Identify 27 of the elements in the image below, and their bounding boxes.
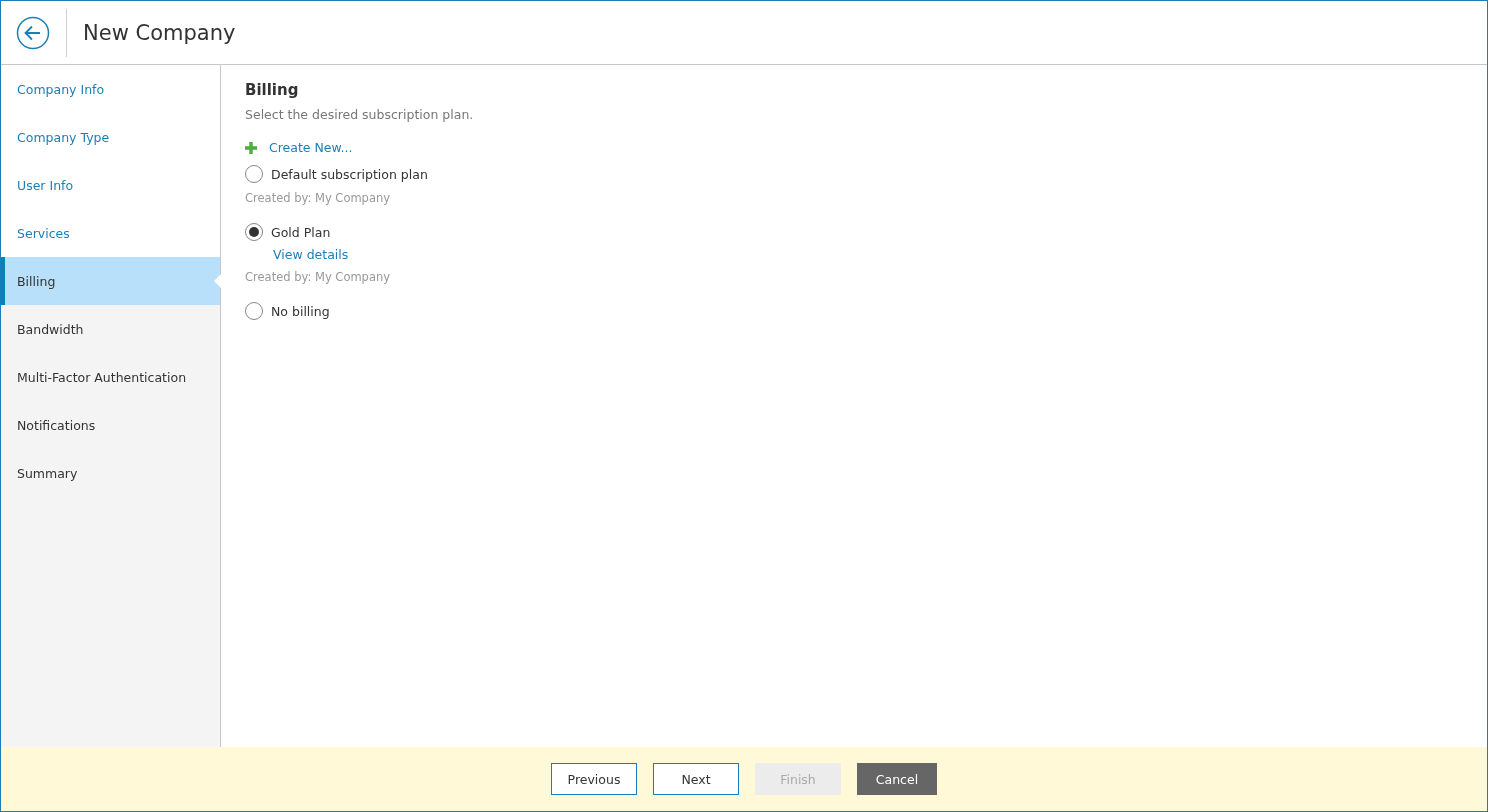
create-new-link[interactable]: Create New... [269,140,353,155]
back-icon[interactable] [16,15,50,50]
section-description: Select the desired subscription plan. [245,107,475,122]
wizard-button[interactable]: Previous [551,763,637,795]
sidebar-item[interactable]: Company Type [1,113,220,161]
sidebar-item[interactable]: Summary [1,449,220,497]
view-details-link[interactable]: View details [273,247,1463,262]
created-by-text: Created by: My Company [245,191,392,205]
radio-button[interactable] [245,302,263,320]
section-heading: Billing [245,81,300,99]
sidebar-item[interactable]: Company Info [1,65,220,113]
sidebar-item[interactable]: Services [1,209,220,257]
sidebar-item[interactable]: Multi-Factor Authentication [1,353,220,401]
wizard-button[interactable]: Next [653,763,739,795]
plan-name: Default subscription plan [271,166,428,182]
plus-icon[interactable] [245,141,257,154]
wizard-button[interactable]: Cancel [857,763,937,795]
plan-name: Gold Plan [271,224,331,240]
plan-name: No billing [271,303,330,319]
sidebar-item[interactable]: Notifications [1,401,220,449]
radio-button[interactable] [245,223,263,241]
created-by-text: Created by: My Company [245,270,392,284]
sidebar-item[interactable]: Billing [1,257,220,305]
sidebar-item[interactable]: Bandwidth [1,305,220,353]
sidebar-item[interactable]: User Info [1,161,220,209]
radio-button[interactable] [245,165,263,183]
window-title: New Company [83,20,236,45]
